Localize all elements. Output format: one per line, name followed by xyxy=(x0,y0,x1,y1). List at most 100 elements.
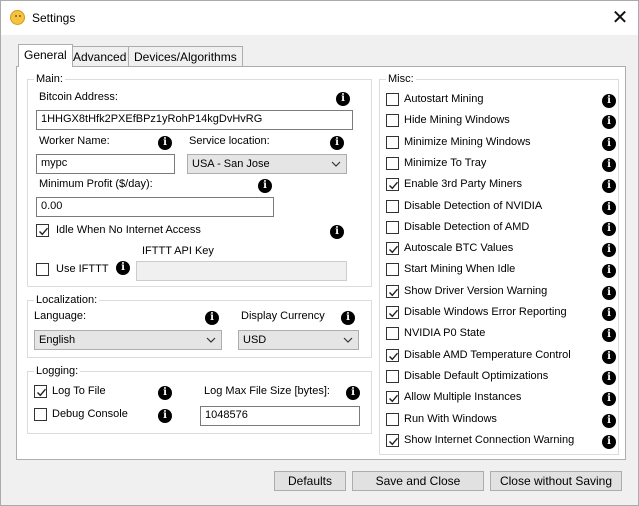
info-icon[interactable]: i xyxy=(602,243,616,257)
debug-console-checkbox[interactable] xyxy=(34,408,47,421)
info-icon[interactable]: i xyxy=(158,409,172,423)
misc-option-checkbox[interactable] xyxy=(386,114,399,127)
misc-option-checkbox[interactable] xyxy=(386,200,399,213)
use-ifttt-checkbox[interactable] xyxy=(36,263,49,276)
tab-devices-algorithms[interactable]: Devices/Algorithms xyxy=(128,46,243,66)
misc-option-checkbox[interactable] xyxy=(386,157,399,170)
window-title: Settings xyxy=(32,11,76,25)
checkmark-icon xyxy=(389,352,399,361)
info-icon[interactable]: i xyxy=(116,261,130,275)
misc-option-label: Minimize Mining Windows xyxy=(404,136,531,148)
service-location-select[interactable]: USA - San Jose xyxy=(187,154,347,174)
misc-option-row[interactable]: Disable AMD Temperature Control i xyxy=(380,349,620,367)
tab-advanced[interactable]: Advanced xyxy=(67,46,133,66)
checkmark-icon xyxy=(39,227,49,236)
info-icon[interactable]: i xyxy=(602,350,616,364)
misc-option-checkbox[interactable] xyxy=(386,413,399,426)
misc-option-row[interactable]: Disable Windows Error Reporting i xyxy=(380,306,620,324)
misc-option-checkbox[interactable] xyxy=(386,349,399,362)
info-icon[interactable]: i xyxy=(158,136,172,150)
info-icon[interactable]: i xyxy=(602,328,616,342)
defaults-button[interactable]: Defaults xyxy=(274,471,346,491)
minimum-profit-input[interactable]: 0.00 xyxy=(36,197,274,217)
misc-option-checkbox[interactable] xyxy=(386,221,399,234)
info-icon[interactable]: i xyxy=(602,264,616,278)
info-icon[interactable]: i xyxy=(602,222,616,236)
info-icon[interactable]: i xyxy=(346,386,360,400)
minimum-profit-label: Minimum Profit ($/day): xyxy=(39,178,153,190)
info-icon[interactable]: i xyxy=(602,201,616,215)
misc-option-row[interactable]: Run With Windows i xyxy=(380,413,620,431)
info-icon[interactable]: i xyxy=(341,311,355,325)
bitcoin-address-input[interactable]: 1HHGX8tHfk2PXEfBPz1yRohP14kgDvHvRG xyxy=(36,110,353,130)
info-icon[interactable]: i xyxy=(330,136,344,150)
misc-option-checkbox[interactable] xyxy=(386,136,399,149)
save-and-close-button[interactable]: Save and Close xyxy=(352,471,484,491)
log-to-file-label: Log To File xyxy=(52,385,106,397)
idle-no-internet-checkbox[interactable] xyxy=(36,224,49,237)
info-icon[interactable]: i xyxy=(330,225,344,239)
misc-option-row[interactable]: Disable Detection of NVIDIA i xyxy=(380,200,620,218)
misc-option-checkbox[interactable] xyxy=(386,370,399,383)
misc-option-checkbox[interactable] xyxy=(386,327,399,340)
info-icon[interactable]: i xyxy=(602,158,616,172)
worker-name-input[interactable]: mypc xyxy=(36,154,175,174)
info-icon[interactable]: i xyxy=(258,179,272,193)
close-without-saving-button[interactable]: Close without Saving xyxy=(490,471,622,491)
misc-option-label: Disable Windows Error Reporting xyxy=(404,306,567,318)
tab-general[interactable]: General xyxy=(18,44,73,67)
info-icon[interactable]: i xyxy=(602,115,616,129)
info-icon[interactable]: i xyxy=(602,392,616,406)
display-currency-select[interactable]: USD xyxy=(238,330,359,350)
misc-option-checkbox[interactable] xyxy=(386,178,399,191)
misc-option-row[interactable]: Minimize To Tray i xyxy=(380,157,620,175)
debug-console-label: Debug Console xyxy=(52,408,128,420)
info-icon[interactable]: i xyxy=(602,307,616,321)
misc-option-checkbox[interactable] xyxy=(386,263,399,276)
misc-option-row[interactable]: Enable 3rd Party Miners i xyxy=(380,178,620,196)
misc-option-row[interactable]: Hide Mining Windows i xyxy=(380,114,620,132)
misc-option-label: Allow Multiple Instances xyxy=(404,391,522,403)
log-max-size-label: Log Max File Size [bytes]: xyxy=(204,385,330,397)
info-icon[interactable]: i xyxy=(602,94,616,108)
info-icon[interactable]: i xyxy=(602,179,616,193)
misc-group-legend: Misc: xyxy=(386,73,416,85)
settings-window: Settings ✕ General Advanced Devices/Algo… xyxy=(0,0,639,506)
ifttt-api-key-input[interactable] xyxy=(136,261,347,281)
log-to-file-checkbox[interactable] xyxy=(34,385,47,398)
info-icon[interactable]: i xyxy=(205,311,219,325)
misc-option-checkbox[interactable] xyxy=(386,93,399,106)
info-icon[interactable]: i xyxy=(602,414,616,428)
misc-option-row[interactable]: Disable Detection of AMD i xyxy=(380,221,620,239)
misc-option-row[interactable]: Show Driver Version Warning i xyxy=(380,285,620,303)
misc-option-label: Show Internet Connection Warning xyxy=(404,434,575,446)
logging-group-legend: Logging: xyxy=(34,365,81,377)
info-icon[interactable]: i xyxy=(602,137,616,151)
misc-option-row[interactable]: Autoscale BTC Values i xyxy=(380,242,620,260)
idle-no-internet-label: Idle When No Internet Access xyxy=(56,224,201,236)
misc-option-row[interactable]: Disable Default Optimizations i xyxy=(380,370,620,388)
info-icon[interactable]: i xyxy=(602,435,616,449)
close-window-button[interactable]: ✕ xyxy=(606,4,634,32)
info-icon[interactable]: i xyxy=(602,371,616,385)
misc-option-row[interactable]: NVIDIA P0 State i xyxy=(380,327,620,345)
info-icon[interactable]: i xyxy=(158,386,172,400)
misc-option-checkbox[interactable] xyxy=(386,242,399,255)
misc-option-checkbox[interactable] xyxy=(386,306,399,319)
misc-option-row[interactable]: Start Mining When Idle i xyxy=(380,263,620,281)
misc-option-row[interactable]: Allow Multiple Instances i xyxy=(380,391,620,409)
language-select[interactable]: English xyxy=(34,330,222,350)
chevron-down-icon xyxy=(331,161,341,167)
info-icon[interactable]: i xyxy=(336,92,350,106)
checkmark-icon xyxy=(389,288,399,297)
misc-option-row[interactable]: Minimize Mining Windows i xyxy=(380,136,620,154)
misc-option-label: Enable 3rd Party Miners xyxy=(404,178,522,190)
misc-option-checkbox[interactable] xyxy=(386,391,399,404)
misc-option-label: Show Driver Version Warning xyxy=(404,285,548,297)
misc-option-row[interactable]: Autostart Mining i xyxy=(380,93,620,111)
misc-option-row[interactable]: Show Internet Connection Warning i xyxy=(380,434,620,452)
misc-option-checkbox[interactable] xyxy=(386,434,399,447)
misc-option-checkbox[interactable] xyxy=(386,285,399,298)
log-max-size-input[interactable]: 1048576 xyxy=(200,406,360,426)
info-icon[interactable]: i xyxy=(602,286,616,300)
